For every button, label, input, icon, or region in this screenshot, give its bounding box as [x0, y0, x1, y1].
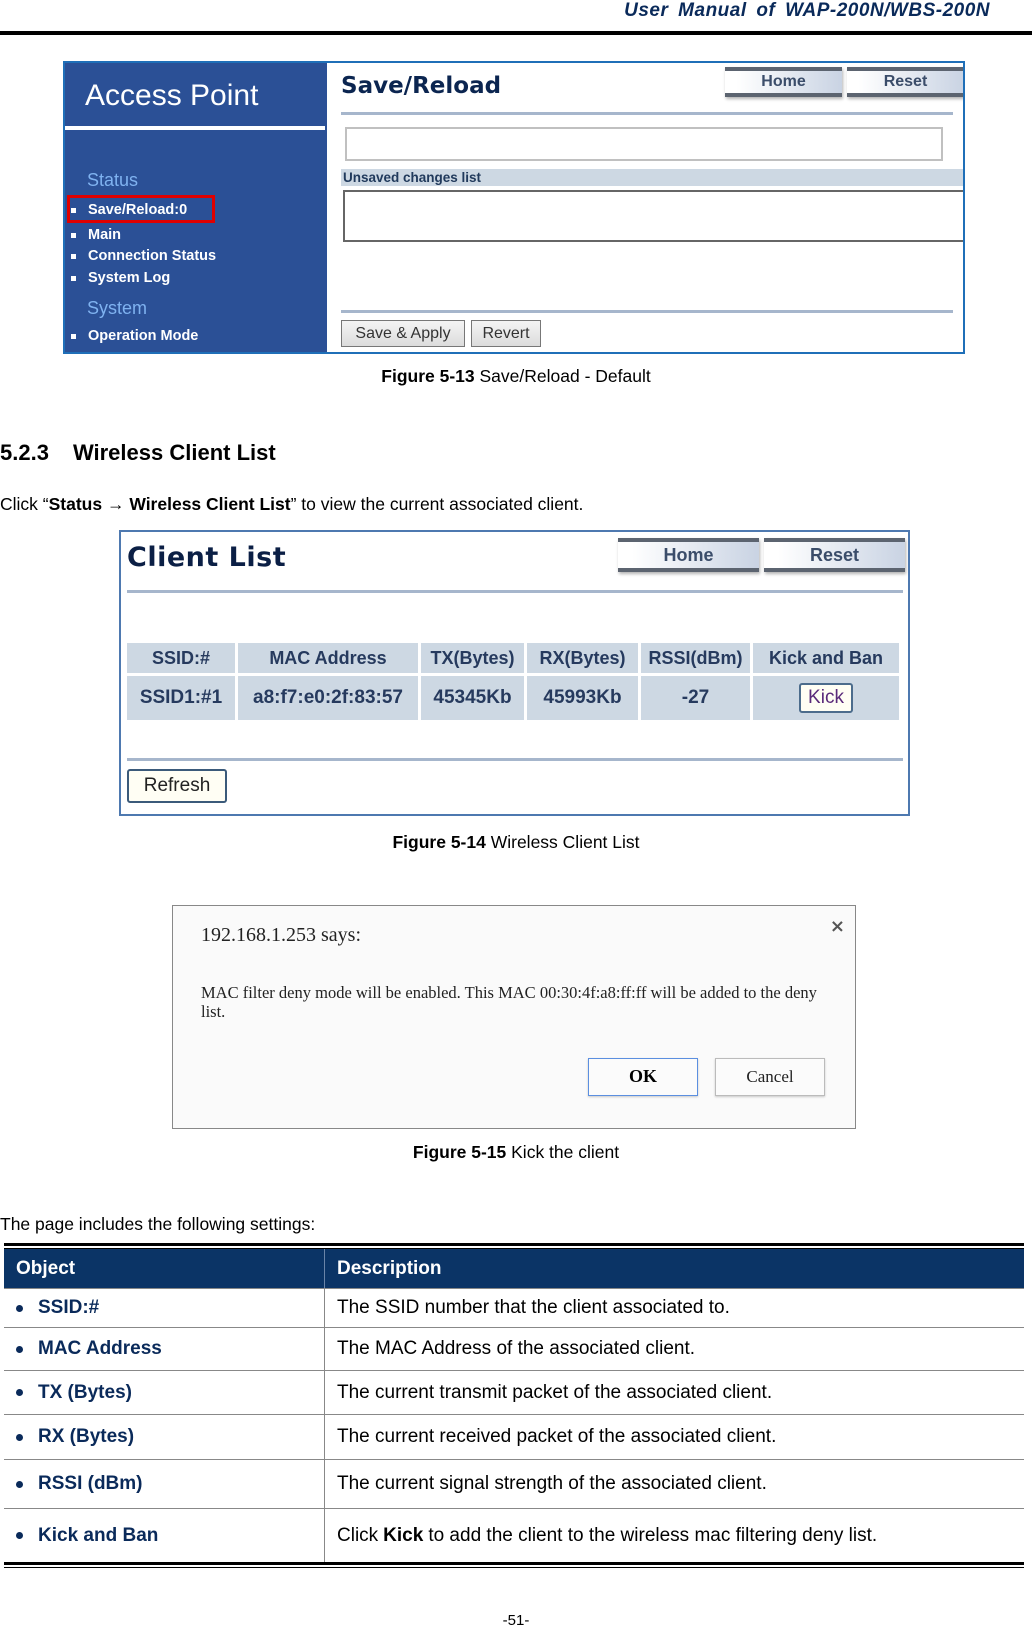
cell-rssi: -27	[641, 676, 750, 720]
bullet-icon	[16, 1304, 23, 1312]
settings-intro: The page includes the following settings…	[0, 1214, 316, 1234]
bullet-icon	[16, 1532, 23, 1539]
bullet-icon	[16, 1345, 23, 1353]
sidebar: Access Point Status Save/Reload:0 Main C…	[65, 63, 327, 352]
cell-rx: 45993Kb	[527, 676, 638, 720]
brand-title: Access Point	[85, 79, 259, 112]
table-row: Kick and Ban Click Kick to add the clien…	[4, 1509, 1024, 1562]
section-intro: Click “Status → Wireless Client List” to…	[0, 494, 584, 514]
highlight-box	[67, 195, 215, 223]
figure-client-list: Client List Home Reset SSID:# MAC Addres…	[119, 530, 910, 816]
revert-button[interactable]: Revert	[471, 320, 541, 347]
sidebar-section-system: System	[87, 298, 148, 318]
settings-header-row: Object Description	[4, 1249, 1024, 1289]
table-row: SSID:# The SSID number that the client a…	[4, 1289, 1024, 1328]
object-description: The MAC Address of the associated client…	[337, 1338, 696, 1359]
reset-button[interactable]: Reset	[764, 538, 905, 572]
figure-caption-5-15: Figure 5-15 Kick the client	[412, 1142, 620, 1162]
col-kick-ban: Kick and Ban	[753, 643, 899, 673]
home-button[interactable]: Home	[725, 67, 842, 97]
refresh-button[interactable]: Refresh	[127, 769, 227, 803]
brand-divider	[65, 126, 325, 130]
object-description: Click Kick to add the client to the wire…	[337, 1524, 878, 1546]
table-row: RSSI (dBm) The current signal strength o…	[4, 1460, 1024, 1509]
bullet-icon	[16, 1480, 23, 1488]
cell-ssid: SSID1:#1	[127, 676, 235, 720]
cell-tx: 45345Kb	[421, 676, 524, 720]
settings-table: Object Description SSID:# The SSID numbe…	[4, 1243, 1024, 1568]
col-rx: RX(Bytes)	[527, 643, 638, 673]
arrow-icon: →	[106, 494, 125, 514]
cell-mac: a8:f7:e0:2f:83:57	[238, 676, 418, 720]
table-row: RX (Bytes) The current received packet o…	[4, 1415, 1024, 1460]
bullet-icon	[16, 1433, 23, 1441]
object-description: The current transmit packet of the assoc…	[337, 1381, 773, 1403]
kick-button[interactable]: Kick	[799, 683, 853, 713]
object-name: TX (Bytes)	[38, 1381, 132, 1403]
table-header-row: SSID:# MAC Address TX(Bytes) RX(Bytes) R…	[127, 643, 899, 673]
cancel-button[interactable]: Cancel	[715, 1058, 825, 1096]
header-object: Object	[4, 1249, 325, 1288]
sidebar-item-connection-status[interactable]: Connection Status	[71, 248, 216, 264]
unsaved-changes-label: Unsaved changes list	[341, 169, 963, 186]
table-row: TX (Bytes) The current transmit packet o…	[4, 1371, 1024, 1415]
page-title: Save/Reload	[341, 73, 502, 99]
col-rssi: RSSI(dBm)	[641, 643, 750, 673]
object-name: RSSI (dBm)	[38, 1473, 143, 1494]
object-description: The current signal strength of the assoc…	[337, 1473, 767, 1494]
save-apply-button[interactable]: Save & Apply	[341, 320, 465, 347]
header-rule	[0, 31, 1032, 35]
cell-action: Kick	[753, 676, 899, 720]
sidebar-item-system-log[interactable]: System Log	[71, 270, 170, 286]
sidebar-item-main[interactable]: Main	[71, 227, 121, 243]
object-description: The SSID number that the client associat…	[337, 1297, 730, 1318]
page-number: -51-	[502, 1612, 530, 1629]
client-table: SSID:# MAC Address TX(Bytes) RX(Bytes) R…	[124, 640, 902, 723]
bullet-icon	[71, 232, 76, 238]
object-description: The current received packet of the assoc…	[337, 1426, 777, 1447]
table-row: SSID1:#1 a8:f7:e0:2f:83:57 45345Kb 45993…	[127, 676, 899, 720]
object-name: SSID:#	[38, 1297, 100, 1318]
status-field[interactable]	[345, 127, 943, 161]
dialog-title: 192.168.1.253 says:	[201, 924, 361, 946]
reset-button[interactable]: Reset	[847, 67, 963, 97]
home-button[interactable]: Home	[618, 538, 759, 572]
bullet-icon	[71, 253, 76, 259]
object-name: RX (Bytes)	[38, 1426, 135, 1447]
bullet-icon	[71, 333, 76, 339]
page-title: Client List	[127, 542, 287, 573]
footer-divider	[127, 758, 903, 761]
header-description: Description	[337, 1257, 442, 1279]
footer-divider	[341, 310, 953, 313]
col-ssid: SSID:#	[127, 643, 235, 673]
table-row: MAC Address The MAC Address of the assoc…	[4, 1328, 1024, 1371]
object-name: MAC Address	[38, 1338, 162, 1359]
confirm-dialog: 192.168.1.253 says: × MAC filter deny mo…	[172, 905, 856, 1129]
dialog-message: MAC filter deny mode will be enabled. Th…	[201, 983, 817, 1021]
table-bottom-rule	[4, 1562, 1024, 1568]
col-tx: TX(Bytes)	[421, 643, 524, 673]
sidebar-item-operation-mode[interactable]: Operation Mode	[71, 328, 198, 344]
title-divider	[341, 112, 953, 115]
manual-header-title: User Manual of WAP-200N/WBS-200N	[624, 0, 990, 21]
sidebar-section-status: Status	[87, 170, 139, 190]
close-icon[interactable]: ×	[830, 916, 845, 937]
figure-caption-5-13: Figure 5-13 Save/Reload - Default	[381, 366, 651, 386]
unsaved-changes-list[interactable]	[343, 190, 963, 242]
object-name: Kick and Ban	[38, 1524, 159, 1546]
section-heading: 5.2.3 Wireless Client List	[0, 440, 276, 465]
bullet-icon	[16, 1389, 23, 1396]
col-mac: MAC Address	[238, 643, 418, 673]
bullet-icon	[71, 275, 76, 281]
figure-save-reload: Access Point Status Save/Reload:0 Main C…	[63, 61, 965, 354]
figure-caption-5-14: Figure 5-14 Wireless Client List	[392, 832, 640, 852]
ok-button[interactable]: OK	[588, 1058, 698, 1096]
title-divider	[127, 590, 903, 593]
